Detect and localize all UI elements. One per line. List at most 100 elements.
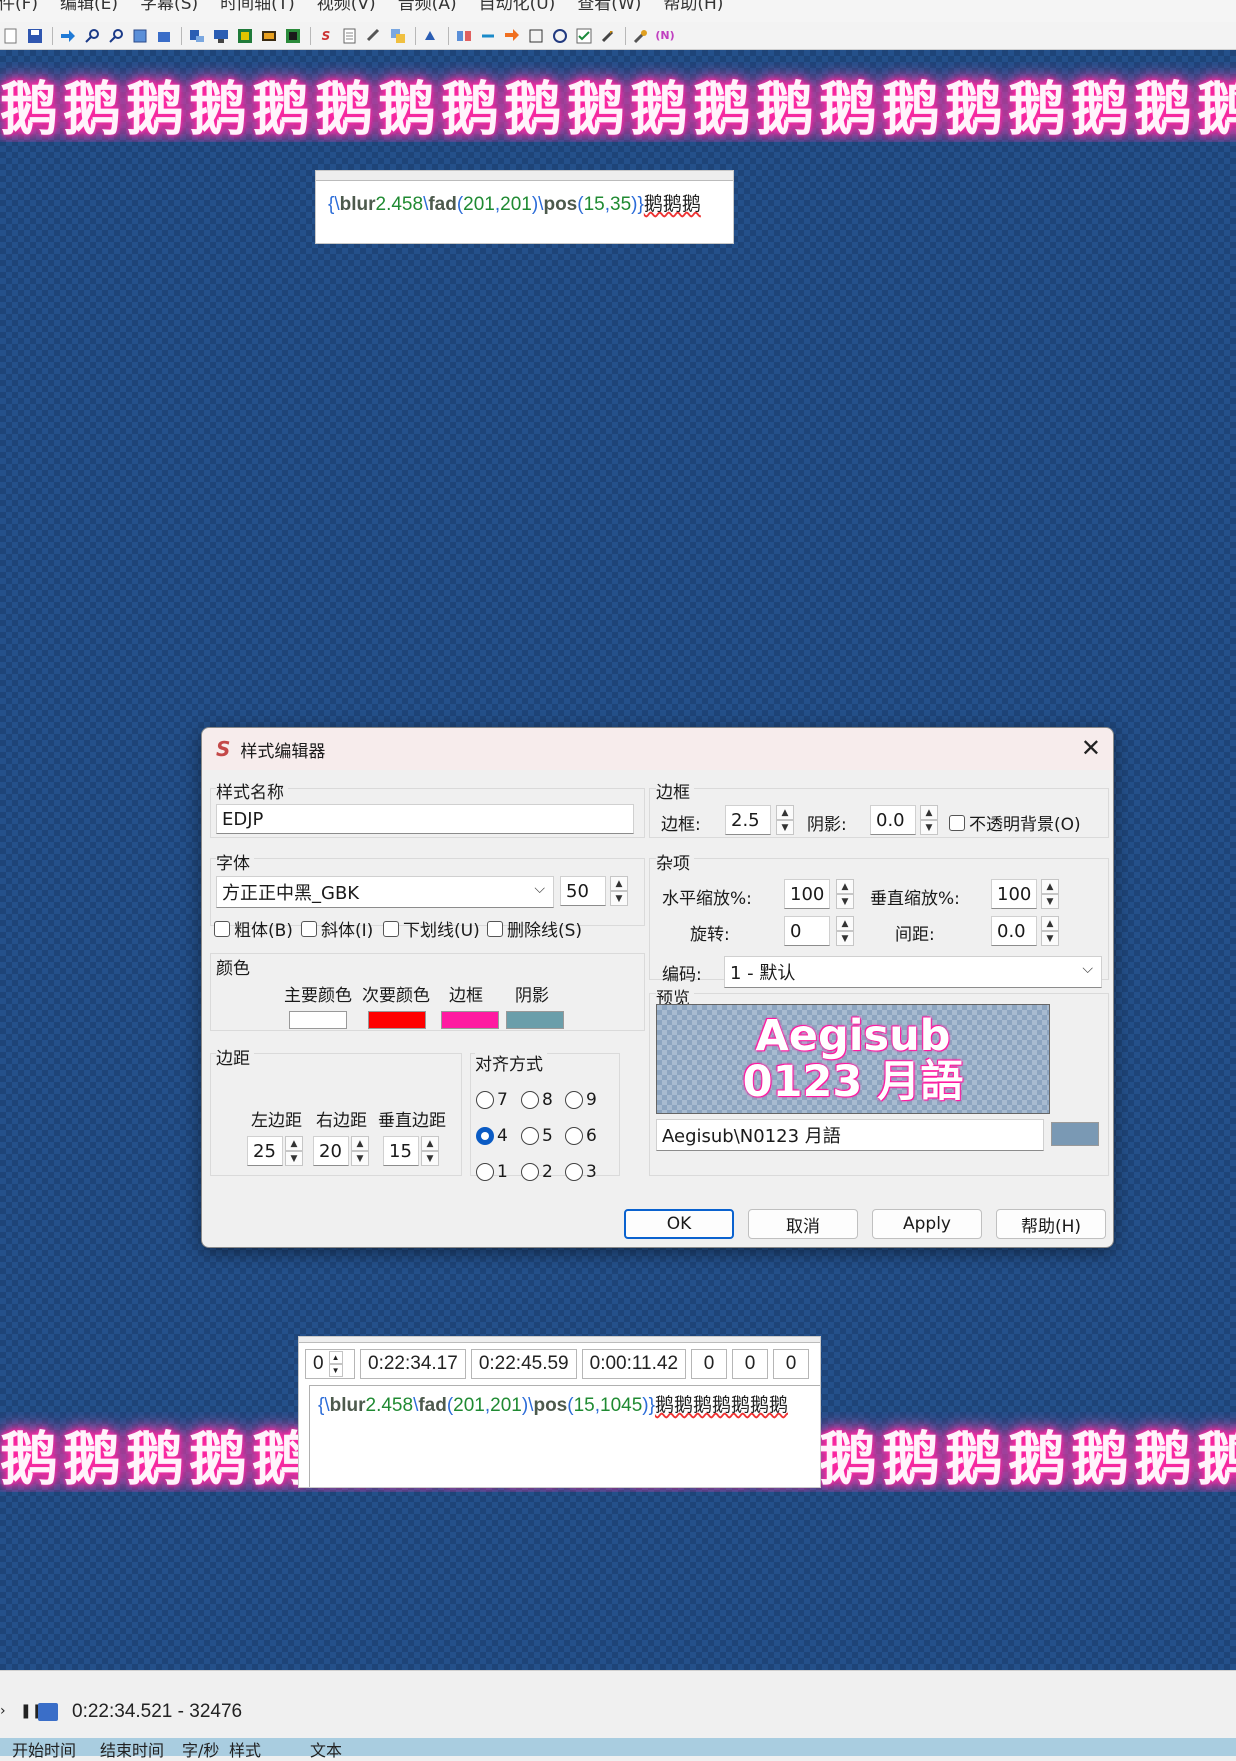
align-5-radio[interactable]: 5: [521, 1126, 553, 1146]
scale-x-spinner[interactable]: ▲ ▼: [836, 879, 854, 909]
menu-subtitle[interactable]: 字幕(S): [140, 0, 198, 13]
layer-field[interactable]: 0 ▲ ▼: [305, 1349, 355, 1379]
menu-audio[interactable]: 音频(A): [398, 0, 457, 13]
margin-vert-spinner[interactable]: ▲ ▼: [421, 1136, 439, 1166]
encoding-select[interactable]: 1 - 默认 ⌵: [724, 956, 1102, 988]
apply-button[interactable]: Apply: [872, 1209, 982, 1239]
outline-color-button[interactable]: [441, 1011, 499, 1029]
column-style[interactable]: 样式: [229, 1737, 261, 1761]
margin-left-field[interactable]: 0: [691, 1349, 728, 1379]
shadow-color-button[interactable]: [506, 1011, 564, 1029]
end-time-field[interactable]: 0:22:45.59: [470, 1349, 577, 1379]
notes-icon[interactable]: S: [317, 27, 335, 45]
duration-field[interactable]: 0:00:11.42: [581, 1349, 687, 1379]
align-1-radio[interactable]: 1: [476, 1162, 508, 1182]
ok-button[interactable]: OK: [624, 1209, 734, 1239]
subtitle-text-input[interactable]: {\blur2.458\fad(201,201)\pos(15,35)}鹅鹅鹅: [320, 183, 701, 216]
margin-left-input[interactable]: 25: [247, 1136, 283, 1166]
margin-right-spinner[interactable]: ▲ ▼: [351, 1136, 369, 1166]
zoom-out-icon[interactable]: [107, 27, 125, 45]
jump-icon[interactable]: [59, 27, 77, 45]
snap-icon[interactable]: [479, 27, 497, 45]
font-size-spinner[interactable]: ▲ ▼: [610, 876, 628, 906]
auto-scroll-icon[interactable]: [38, 1703, 58, 1721]
style-name-input[interactable]: EDJP: [216, 804, 634, 834]
align-6-radio[interactable]: 6: [565, 1126, 597, 1146]
shift-icon[interactable]: [455, 27, 473, 45]
outline-spinner[interactable]: ▲ ▼: [776, 805, 794, 835]
automation-icon[interactable]: (N): [655, 27, 674, 45]
spell-icon[interactable]: [422, 27, 440, 45]
menu-view[interactable]: 查看(W): [577, 0, 641, 13]
tools-icon[interactable]: [599, 27, 617, 45]
subtitle-text-area[interactable]: {\blur2.458\fad(201,201)\pos(15,1045)}鹅鹅…: [309, 1385, 820, 1487]
resample-icon[interactable]: [236, 27, 254, 45]
align-2-radio[interactable]: 2: [521, 1162, 553, 1182]
help-button[interactable]: 帮助(H): [996, 1209, 1106, 1239]
start-time-field[interactable]: 0:22:34.17: [360, 1349, 466, 1379]
italic-checkbox[interactable]: 斜体(I): [301, 916, 373, 941]
angle-input[interactable]: 0: [784, 916, 830, 946]
menu-file[interactable]: 件(F): [0, 0, 38, 13]
tag-icon[interactable]: [341, 27, 359, 45]
spacing-spinner[interactable]: ▲ ▼: [1041, 916, 1059, 946]
font-name-select[interactable]: 方正正中黑_GBK ⌵: [216, 876, 554, 908]
check-icon[interactable]: [575, 27, 593, 45]
shadow-spinner[interactable]: ▲ ▼: [920, 805, 938, 835]
new-file-icon[interactable]: [2, 27, 20, 45]
toolbar-separator: [448, 26, 449, 45]
strikeout-checkbox[interactable]: 删除线(S): [487, 916, 582, 941]
menu-timing[interactable]: 时间轴(T): [220, 0, 295, 13]
aegisub-icon[interactable]: [284, 27, 302, 45]
close-icon[interactable]: ✕: [1081, 734, 1101, 762]
align-3-radio[interactable]: 3: [565, 1162, 597, 1182]
menu-video[interactable]: 视频(V): [317, 0, 376, 13]
margin-vert-input[interactable]: 15: [383, 1136, 419, 1166]
save-icon[interactable]: [26, 27, 44, 45]
align-7-radio[interactable]: 7: [476, 1090, 508, 1110]
column-start-time[interactable]: 开始时间: [12, 1737, 76, 1761]
clock-icon[interactable]: [527, 27, 545, 45]
styles-manager-icon[interactable]: [188, 27, 206, 45]
opaque-box-checkbox[interactable]: 不透明背景(O): [949, 810, 1081, 835]
column-cps[interactable]: 字/秒: [182, 1737, 219, 1761]
margin-vert-field[interactable]: 0: [773, 1349, 810, 1379]
shadow-input[interactable]: 0.0: [870, 805, 916, 835]
translate-icon[interactable]: [389, 27, 407, 45]
outline-input[interactable]: 2.5: [725, 805, 771, 835]
bold-checkbox[interactable]: 粗体(B): [214, 916, 293, 941]
menu-edit[interactable]: 编辑(E): [60, 0, 118, 13]
column-text[interactable]: 文本: [310, 1737, 342, 1761]
scale-x-input[interactable]: 100: [784, 879, 830, 909]
recent-icon[interactable]: [551, 27, 569, 45]
scale-y-input[interactable]: 100: [991, 879, 1037, 909]
preview-text-input[interactable]: Aegisub\N0123 月語: [656, 1119, 1044, 1151]
menu-automation[interactable]: 自动化(U): [479, 0, 556, 13]
column-end-time[interactable]: 结束时间: [100, 1737, 164, 1761]
properties-icon[interactable]: [131, 27, 149, 45]
zoom-in-icon[interactable]: [83, 27, 101, 45]
margin-left-spinner[interactable]: ▲ ▼: [285, 1136, 303, 1166]
margin-right-input[interactable]: 20: [313, 1136, 349, 1166]
primary-color-button[interactable]: [289, 1011, 347, 1029]
scale-y-spinner[interactable]: ▲ ▼: [1041, 879, 1059, 909]
export-icon[interactable]: [260, 27, 278, 45]
spacing-input[interactable]: 0.0: [991, 916, 1037, 946]
secondary-color-button[interactable]: [368, 1011, 426, 1029]
menu-help[interactable]: 帮助(H): [663, 0, 723, 13]
cancel-button[interactable]: 取消: [748, 1209, 858, 1239]
margin-right-field[interactable]: 0: [732, 1349, 769, 1379]
play-icon[interactable]: ›: [0, 1703, 6, 1719]
wrench-icon[interactable]: [632, 27, 650, 45]
align-9-radio[interactable]: 9: [565, 1090, 597, 1110]
align-8-radio[interactable]: 8: [521, 1090, 553, 1110]
attachments-icon[interactable]: [155, 27, 173, 45]
timing-icon[interactable]: [503, 27, 521, 45]
fonts-collector-icon[interactable]: [212, 27, 230, 45]
link-icon[interactable]: [365, 27, 383, 45]
underline-checkbox[interactable]: 下划线(U): [383, 916, 480, 941]
align-4-radio[interactable]: 4: [476, 1126, 508, 1146]
angle-spinner[interactable]: ▲ ▼: [836, 916, 854, 946]
preview-bg-color-button[interactable]: [1051, 1122, 1099, 1146]
font-size-input[interactable]: 50: [560, 876, 606, 906]
